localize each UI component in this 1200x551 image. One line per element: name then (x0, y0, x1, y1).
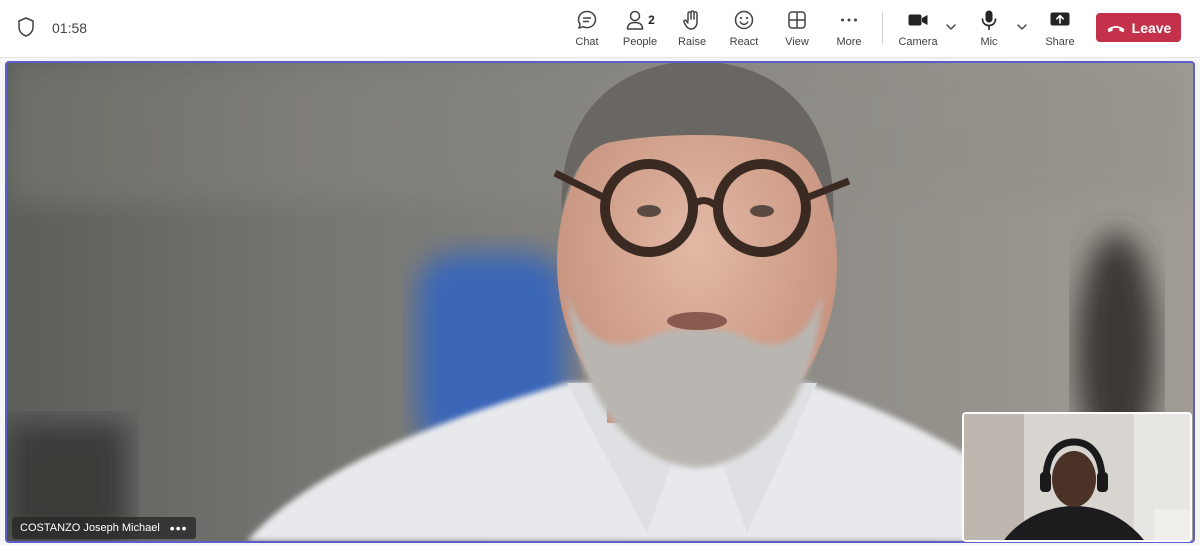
bottom-edge (0, 545, 1200, 551)
view-label: View (785, 36, 809, 48)
view-button[interactable]: View (780, 8, 814, 52)
self-view-tile[interactable] (962, 412, 1192, 542)
leave-button[interactable]: Leave (1096, 13, 1181, 42)
react-label: React (729, 36, 759, 48)
chat-icon (577, 10, 597, 29)
mic-label: Mic (980, 36, 998, 48)
participant-name-tag: COSTANZO Joseph Michael ••• (12, 517, 196, 539)
people-icon (626, 10, 644, 30)
raise-hand-icon (683, 10, 698, 30)
call-timer: 01:58 (52, 20, 88, 36)
share-button[interactable]: Share (1043, 8, 1077, 52)
more-label: More (836, 36, 862, 48)
toolbar-divider (882, 12, 883, 44)
meeting-toolbar: 01:58 Chat 2 People Raise React View Mor… (0, 0, 1200, 58)
camera-icon (908, 14, 928, 26)
mic-button[interactable]: Mic (972, 8, 1006, 52)
share-screen-icon (1050, 12, 1070, 26)
people-count-badge: 2 (648, 13, 655, 27)
camera-label: Camera (898, 36, 938, 48)
camera-options-chevron-down-icon[interactable] (944, 20, 958, 34)
participant-name: COSTANZO Joseph Michael (20, 522, 160, 534)
more-dots-icon (841, 18, 857, 22)
raise-label: Raise (677, 36, 707, 48)
react-button[interactable]: React (727, 8, 761, 52)
shield-icon[interactable] (17, 17, 35, 37)
react-smiley-icon (734, 10, 754, 30)
chat-label: Chat (575, 36, 599, 48)
view-grid-icon (788, 11, 806, 29)
leave-label: Leave (1131, 19, 1172, 36)
people-button[interactable]: 2 People (619, 8, 661, 52)
raise-hand-button[interactable]: Raise (675, 8, 709, 52)
self-video-feed (964, 414, 1190, 540)
participant-more-options-icon[interactable]: ••• (170, 521, 188, 535)
share-label: Share (1045, 36, 1075, 48)
chat-button[interactable]: Chat (570, 8, 604, 52)
people-label: People (622, 36, 658, 48)
mic-icon (981, 10, 997, 31)
hang-up-icon (1107, 25, 1125, 32)
mic-options-chevron-down-icon[interactable] (1015, 20, 1029, 34)
camera-button[interactable]: Camera (897, 8, 939, 52)
more-button[interactable]: More (832, 8, 866, 52)
